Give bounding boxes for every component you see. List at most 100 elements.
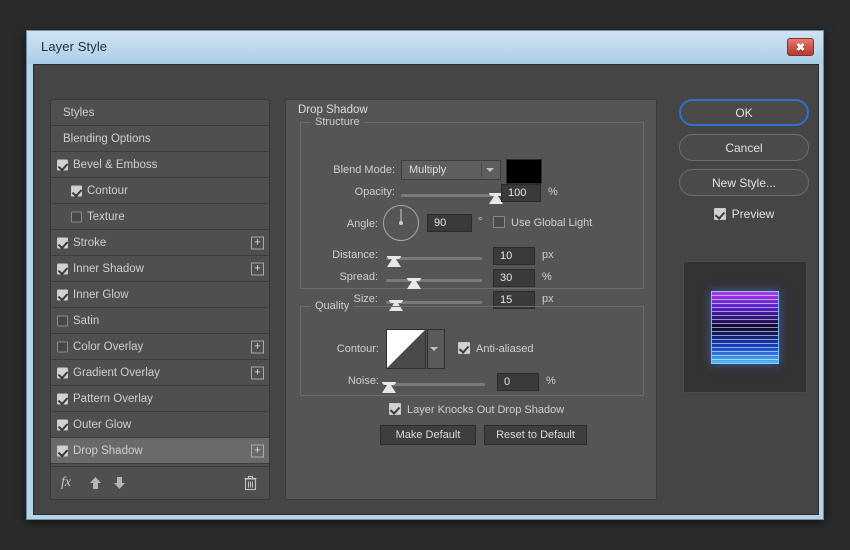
anti-aliased-checkbox[interactable] <box>458 342 470 354</box>
contour-label: Contour: <box>303 343 379 355</box>
dialog-body: Styles Blending Options Bevel & Emboss Cont… <box>33 64 819 515</box>
structure-group: Structure Blend Mode: Multiply Opacity: … <box>300 122 644 289</box>
style-row-checkbox[interactable] <box>57 315 68 326</box>
distance-label: Distance: <box>303 249 378 261</box>
layer-style-dialog: Layer Style ✖ Styles Blending Options Beve… <box>26 30 824 520</box>
arrow-down-icon[interactable] <box>113 476 126 490</box>
layer-knocks-out-checkbox[interactable] <box>389 403 401 415</box>
noise-input[interactable]: 0 <box>497 373 539 391</box>
dialog-titlebar[interactable]: Layer Style ✖ <box>27 31 823 64</box>
style-row-color-overlay[interactable]: Color Overlay+ <box>51 334 269 360</box>
contour-shape <box>387 330 425 368</box>
style-row-label: Contour <box>51 185 128 197</box>
style-row-checkbox[interactable] <box>57 419 68 430</box>
fx-icon[interactable]: fx <box>61 475 71 491</box>
style-row-checkbox[interactable] <box>57 341 68 352</box>
style-row-gradient-overlay[interactable]: Gradient Overlay+ <box>51 360 269 386</box>
spread-slider-track[interactable] <box>386 279 482 282</box>
distance-input[interactable]: 10 <box>493 247 535 265</box>
style-row-checkbox[interactable] <box>71 185 82 196</box>
style-row-inner-glow[interactable]: Inner Glow <box>51 282 269 308</box>
style-row-checkbox[interactable] <box>57 159 68 170</box>
preview-label: Preview <box>732 207 775 221</box>
style-row-drop-shadow[interactable]: Drop Shadow+ <box>51 438 269 464</box>
angle-hub <box>399 221 403 225</box>
reset-to-default-button[interactable]: Reset to Default <box>484 425 587 445</box>
layer-knocks-out-label: Layer Knocks Out Drop Shadow <box>407 404 564 416</box>
angle-input[interactable]: 90 <box>427 214 472 232</box>
use-global-light-checkbox[interactable] <box>493 216 505 228</box>
style-row-styles[interactable]: Styles <box>51 100 269 126</box>
preview-toggle-row[interactable]: Preview <box>679 204 809 224</box>
effect-title: Drop Shadow <box>298 104 368 116</box>
style-row-checkbox[interactable] <box>57 263 68 274</box>
style-row-checkbox[interactable] <box>57 445 68 456</box>
spread-input[interactable]: 30 <box>493 269 535 287</box>
quality-group: Quality Contour: Anti-aliased Noise: 0 % <box>300 306 644 396</box>
preview-checkbox[interactable] <box>714 208 726 220</box>
contour-preset-dropdown[interactable] <box>427 329 445 369</box>
linear-contour-icon[interactable] <box>386 329 426 369</box>
style-row-bevel-emboss[interactable]: Bevel & Emboss <box>51 152 269 178</box>
noise-slider-thumb[interactable] <box>382 382 396 393</box>
size-slider-track[interactable] <box>386 301 482 304</box>
add-effect-instance-button[interactable]: + <box>251 366 264 379</box>
new-style-button[interactable]: New Style... <box>679 169 809 196</box>
effect-settings-panel: Drop Shadow Structure Blend Mode: Multip… <box>285 99 657 500</box>
style-row-label: Blending Options <box>51 133 151 145</box>
preview-thumbnail <box>683 261 807 393</box>
distance-unit: px <box>542 249 554 261</box>
style-row-checkbox[interactable] <box>57 367 68 378</box>
style-row-outer-glow[interactable]: Outer Glow <box>51 412 269 438</box>
angle-dial[interactable] <box>383 205 419 241</box>
spread-slider-thumb[interactable] <box>407 278 421 289</box>
spread-unit: % <box>542 271 552 283</box>
arrow-up-icon[interactable] <box>89 476 102 490</box>
trash-icon[interactable] <box>244 476 257 491</box>
style-row-pattern-overlay[interactable]: Pattern Overlay <box>51 386 269 412</box>
style-row-stroke[interactable]: Stroke+ <box>51 230 269 256</box>
blend-mode-select[interactable]: Multiply <box>401 160 501 180</box>
chevron-down-icon <box>486 168 494 172</box>
make-default-button[interactable]: Make Default <box>380 425 476 445</box>
chevron-down-icon <box>430 347 438 351</box>
opacity-slider-track[interactable] <box>401 194 496 197</box>
opacity-unit: % <box>548 186 558 198</box>
distance-slider-thumb[interactable] <box>387 256 401 267</box>
ok-button[interactable]: OK <box>679 99 809 126</box>
size-unit: px <box>542 293 554 305</box>
style-row-checkbox[interactable] <box>57 393 68 404</box>
style-row-contour[interactable]: Contour <box>51 178 269 204</box>
styles-list: Styles Blending Options Bevel & Emboss Cont… <box>50 99 270 500</box>
style-row-inner-shadow[interactable]: Inner Shadow+ <box>51 256 269 282</box>
add-effect-instance-button[interactable]: + <box>251 444 264 457</box>
style-row-label: Texture <box>51 211 125 223</box>
styles-list-rows: Styles Blending Options Bevel & Emboss Cont… <box>51 100 269 490</box>
add-effect-instance-button[interactable]: + <box>251 236 264 249</box>
style-row-checkbox[interactable] <box>71 211 82 222</box>
add-effect-instance-button[interactable]: + <box>251 340 264 353</box>
cancel-button[interactable]: Cancel <box>679 134 809 161</box>
style-row-blending-options[interactable]: Blending Options <box>51 126 269 152</box>
blend-mode-value: Multiply <box>409 164 446 176</box>
angle-label: Angle: <box>303 218 378 230</box>
dropdown-separator <box>481 163 482 177</box>
noise-label: Noise: <box>303 375 379 387</box>
structure-group-title: Structure <box>311 116 364 128</box>
styles-list-toolbar: fx <box>51 466 269 499</box>
preview-artwork <box>711 291 779 364</box>
close-icon[interactable]: ✖ <box>787 38 814 56</box>
dialog-title: Layer Style <box>41 39 107 54</box>
blend-mode-label: Blend Mode: <box>303 164 395 176</box>
style-row-checkbox[interactable] <box>57 237 68 248</box>
noise-unit: % <box>546 375 556 387</box>
angle-unit: ° <box>478 216 482 228</box>
style-row-checkbox[interactable] <box>57 289 68 300</box>
add-effect-instance-button[interactable]: + <box>251 262 264 275</box>
shadow-color-swatch[interactable] <box>506 159 542 184</box>
distance-slider-track[interactable] <box>386 257 482 260</box>
noise-slider-track[interactable] <box>389 383 485 386</box>
opacity-input[interactable]: 100 <box>501 184 541 202</box>
style-row-satin[interactable]: Satin <box>51 308 269 334</box>
style-row-texture[interactable]: Texture <box>51 204 269 230</box>
